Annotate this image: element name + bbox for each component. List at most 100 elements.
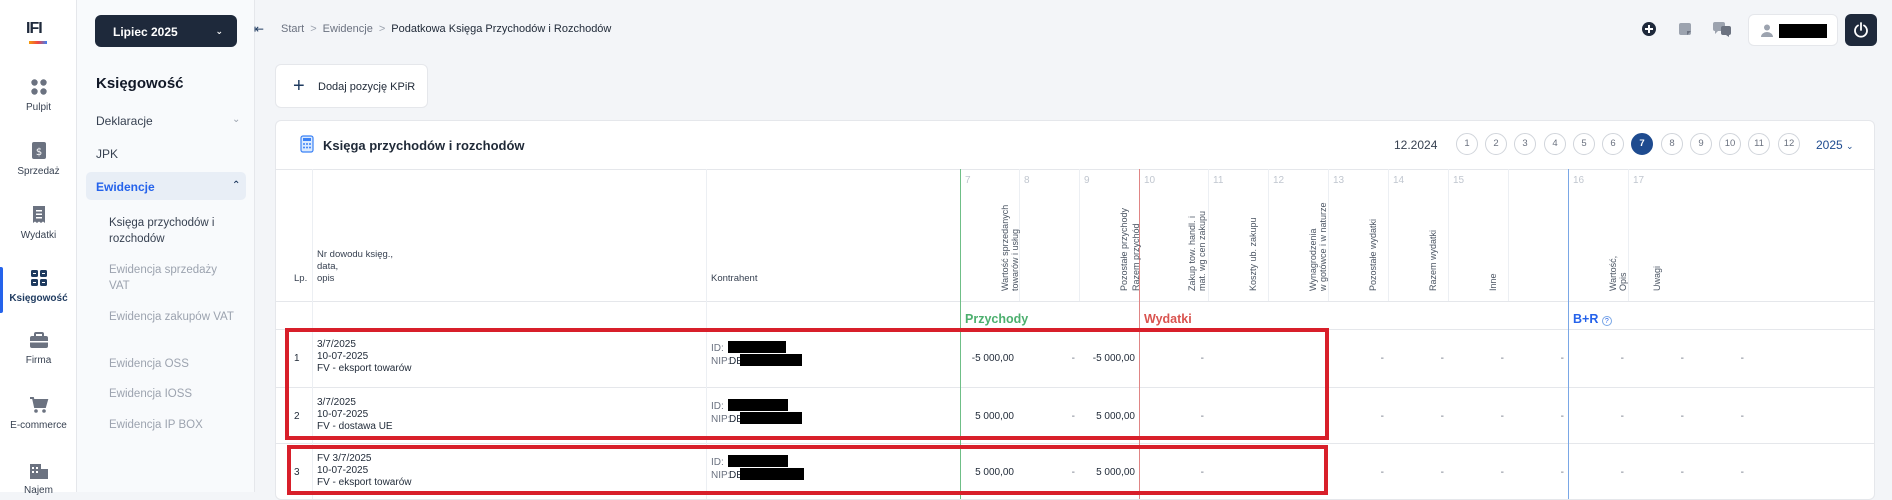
- row-dash: -: [1740, 467, 1744, 478]
- ifi-logo[interactable]: IFI: [26, 20, 52, 46]
- month-chip-4[interactable]: 4: [1544, 133, 1566, 155]
- col-header-rotated: Koszty ub. zakupu: [1248, 217, 1258, 291]
- col-header-rotated: Inne: [1488, 273, 1498, 291]
- col-header-rotated: Wartość, Opis: [1608, 255, 1628, 291]
- col-number: 10: [1144, 175, 1156, 186]
- chevron-up-icon: ⌃: [232, 180, 241, 191]
- sub-item-ipbox[interactable]: Ewidencja IP BOX: [109, 417, 239, 433]
- section-br-label: B+R: [1573, 312, 1599, 326]
- col-header-rotated: Pozostałe przychody: [1119, 207, 1129, 291]
- chevron-down-icon: ⌄: [232, 114, 241, 125]
- month-chip-2[interactable]: 2: [1485, 133, 1507, 155]
- month-chip-11[interactable]: 11: [1748, 133, 1770, 155]
- accounting-panel: Lipiec 2025 ⌄ Księgowość Deklaracje ⌄ JPK…: [77, 0, 255, 492]
- chat-icon[interactable]: [1712, 21, 1732, 37]
- rail-item-sprzedaz[interactable]: $ Sprzedaż: [0, 141, 77, 177]
- nav-item-ewidencje[interactable]: Ewidencje ⌃: [96, 180, 240, 194]
- rail-label: Pulpit: [25, 102, 51, 113]
- nav-label: Ewidencje: [96, 180, 155, 194]
- rail-item-firma[interactable]: Firma: [0, 332, 77, 366]
- row-dash: -: [1440, 467, 1444, 478]
- info-icon[interactable]: ?: [1601, 316, 1612, 326]
- month-chip-7[interactable]: 7: [1631, 133, 1653, 155]
- rail-item-pulpit[interactable]: Pulpit: [0, 78, 77, 113]
- month-chip-9[interactable]: 9: [1690, 133, 1712, 155]
- row-dash: -: [1680, 353, 1684, 364]
- row-dash: -: [1440, 411, 1444, 422]
- col-header-rotated: Razem wydatki: [1428, 229, 1438, 291]
- row-dash: -: [1380, 411, 1384, 422]
- month-chip-1[interactable]: 1: [1456, 133, 1478, 155]
- col-number: 9: [1084, 175, 1090, 186]
- col-number: 13: [1333, 175, 1345, 186]
- col-header-doc: Nr dowodu księg., data, opis: [317, 249, 394, 284]
- nav-label: Deklaracje: [96, 114, 153, 128]
- col-number: 15: [1453, 175, 1465, 186]
- user-icon: [1761, 24, 1773, 37]
- rail-item-ksiegowosc[interactable]: Księgowość: [0, 267, 77, 313]
- section-br: B+R ?: [1573, 312, 1612, 326]
- row-dash: -: [1620, 467, 1624, 478]
- month-selector-button[interactable]: Lipiec 2025 ⌄: [95, 15, 237, 47]
- col-header-contractor: Kontrahent: [711, 273, 758, 284]
- breadcrumb-ewidencje[interactable]: Ewidencje: [323, 23, 373, 35]
- section-expenses: Wydatki: [1144, 312, 1192, 326]
- month-chip-3[interactable]: 3: [1514, 133, 1536, 155]
- plus-icon: +: [293, 75, 305, 97]
- logout-button[interactable]: [1845, 14, 1877, 46]
- divider: [276, 301, 1874, 302]
- month-chip-8[interactable]: 8: [1661, 133, 1683, 155]
- year-selector[interactable]: 2025 ⌄: [1816, 138, 1854, 152]
- row-dash: -: [1560, 467, 1564, 478]
- month-chip-6[interactable]: 6: [1602, 133, 1624, 155]
- col-number: 16: [1573, 175, 1585, 186]
- col-divider: [1208, 169, 1209, 301]
- col-header-rotated: Wartość sprzedanych towarów i usług: [1000, 204, 1020, 291]
- rail-label: Firma: [25, 355, 52, 366]
- previous-period-link[interactable]: 12.2024: [1394, 138, 1437, 152]
- kpir-card: Księga przychodów i rozchodów 12.2024 12…: [275, 120, 1875, 500]
- year-label: 2025: [1816, 138, 1843, 152]
- nav-item-jpk[interactable]: JPK: [96, 147, 118, 161]
- sub-item-kpir[interactable]: Księga przychodów i rozchodów: [109, 215, 239, 247]
- add-circle-icon[interactable]: [1641, 21, 1657, 37]
- col-number: 17: [1633, 175, 1645, 186]
- sales-document-icon: $: [31, 142, 46, 159]
- breadcrumb-start[interactable]: Start: [281, 23, 304, 35]
- breadcrumb: Start > Ewidencje > Podatkowa Księga Przycho…: [281, 23, 612, 35]
- rail-item-wydatki[interactable]: Wydatki: [0, 205, 77, 241]
- briefcase-icon: [29, 332, 48, 348]
- col-divider: [1328, 169, 1329, 301]
- col-divider: [1079, 169, 1080, 301]
- rail-label: Sprzedaż: [17, 166, 60, 177]
- notes-icon[interactable]: [1677, 21, 1693, 37]
- svg-text:$: $: [35, 147, 41, 158]
- add-button-label: Dodaj pozycję KPiR: [318, 81, 416, 93]
- month-chip-10[interactable]: 10: [1719, 133, 1741, 155]
- col-number: 8: [1024, 175, 1030, 186]
- add-kpir-entry-button[interactable]: + Dodaj pozycję KPiR: [275, 64, 428, 108]
- row-dash: -: [1680, 467, 1684, 478]
- col-number: 14: [1393, 175, 1405, 186]
- calculator-icon: [300, 135, 314, 153]
- month-chip-12[interactable]: 12: [1778, 133, 1800, 155]
- col-header-lp: Lp.: [294, 273, 308, 284]
- sub-item-purchase-vat[interactable]: Ewidencja zakupów VAT: [109, 309, 239, 325]
- col-header-rotated: Pozostałe wydatki: [1368, 218, 1378, 291]
- sub-item-oss[interactable]: Ewidencja OSS: [109, 356, 239, 372]
- rail-item-ecommerce[interactable]: E-commerce: [0, 396, 77, 431]
- divider: [276, 169, 1874, 170]
- building-icon: [29, 464, 48, 479]
- user-menu-button[interactable]: [1748, 14, 1838, 46]
- month-chip-5[interactable]: 5: [1573, 133, 1595, 155]
- sub-item-ioss[interactable]: Ewidencja IOSS: [109, 386, 239, 402]
- rail-item-najem[interactable]: Najem: [0, 461, 77, 496]
- row-dash: -: [1740, 353, 1744, 364]
- nav-item-deklaracje[interactable]: Deklaracje ⌄: [96, 114, 240, 128]
- highlight-box: [285, 328, 1329, 440]
- sub-item-sales-vat[interactable]: Ewidencja sprzedaży VAT: [109, 262, 239, 294]
- col-number: 11: [1213, 175, 1224, 186]
- accounting-grid-icon: [30, 270, 47, 286]
- row-dash: -: [1620, 353, 1624, 364]
- row-dash: -: [1380, 353, 1384, 364]
